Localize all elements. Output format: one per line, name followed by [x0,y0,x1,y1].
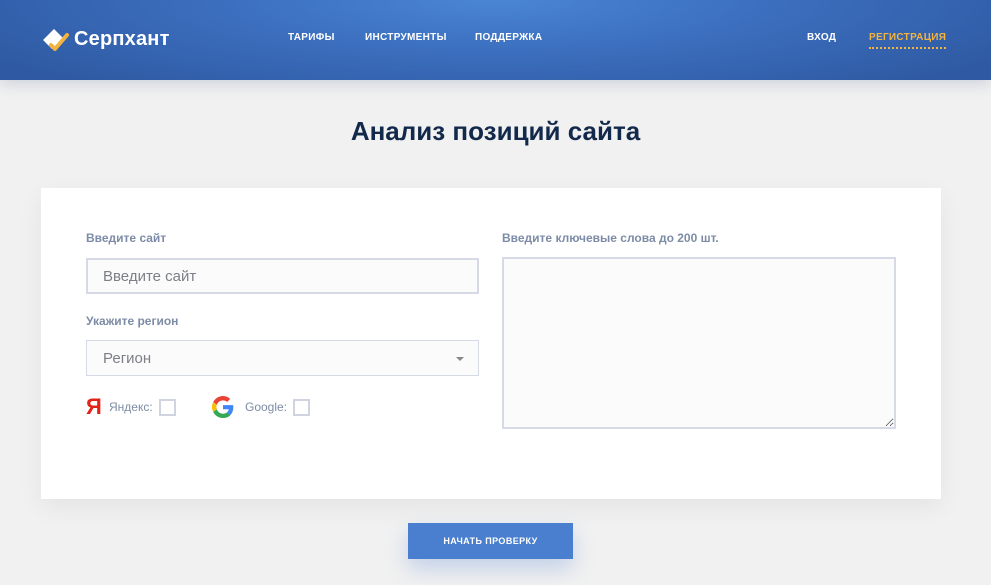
keywords-textarea[interactable] [502,257,896,429]
caret-down-icon [456,357,464,361]
yandex-option: Я Яндекс: [86,396,176,418]
login-link[interactable]: ВХОД [807,32,836,44]
position-check-form: Введите сайт Укажите регион Регион Я Янд… [41,188,941,499]
keywords-label: Введите ключевые слова до 200 шт. [502,231,719,245]
google-label: Google: [245,400,288,414]
yandex-label: Яндекс: [109,400,153,414]
yandex-icon: Я [86,394,102,419]
google-option: Google: [212,396,311,418]
site-input[interactable] [86,258,479,294]
page-title: Анализ позиций сайта [350,116,641,146]
yandex-checkbox[interactable] [158,398,176,416]
logo-link[interactable]: Серпхант [40,22,170,56]
site-header: Серпхант ТАРИФЫ ИНСТРУМЕНТЫ ПОДДЕРЖКА ВХ… [0,0,991,80]
region-value: Регион [103,349,152,367]
google-checkbox[interactable] [293,398,311,416]
start-check-button[interactable]: НАЧАТЬ ПРОВЕРКУ [408,523,573,559]
region-label: Укажите регион [86,314,179,328]
region-select[interactable]: Регион [86,340,479,376]
nav-tarify[interactable]: ТАРИФЫ [288,32,335,44]
nav-tools[interactable]: ИНСТРУМЕНТЫ [365,32,447,44]
site-label: Введите сайт [86,231,167,245]
register-link[interactable]: РЕГИСТРАЦИЯ [869,32,947,49]
logo-text: Серпхант [74,27,170,50]
nav-support[interactable]: ПОДДЕРЖКА [475,32,542,44]
logo-icon [43,29,69,51]
google-icon [212,396,234,418]
